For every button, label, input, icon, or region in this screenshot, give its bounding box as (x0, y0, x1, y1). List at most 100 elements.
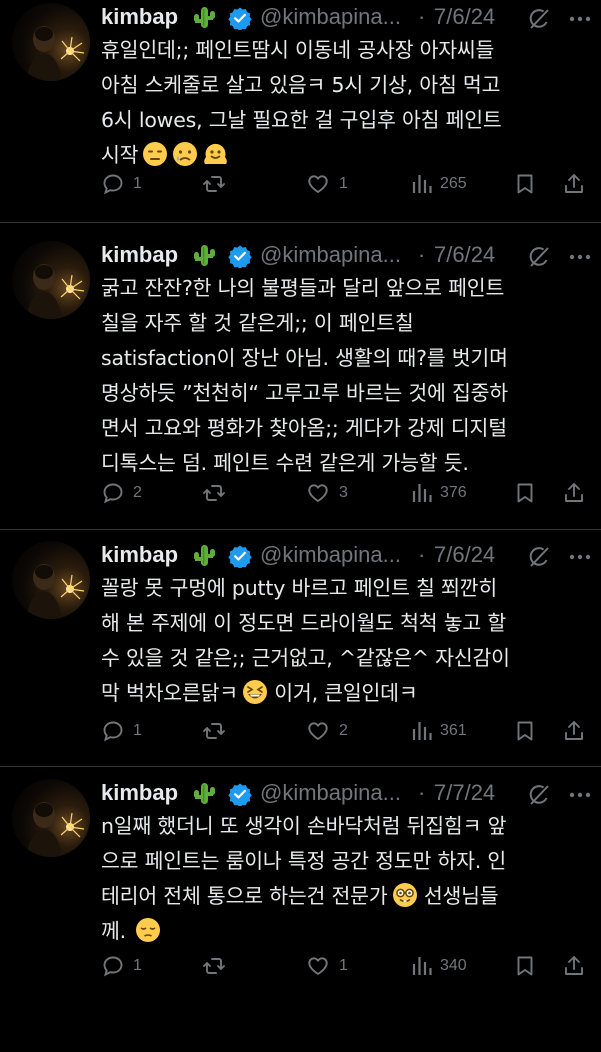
tweet-text-fragment: 시작 (101, 143, 139, 167)
tweet-date[interactable]: 7/7/24 (434, 778, 495, 808)
views-icon (412, 484, 432, 502)
tweet-text-line: 면서 고요와 평화가 찾아옴;; 게다가 강제 디지털 (101, 416, 507, 440)
grok-icon[interactable] (527, 7, 551, 35)
view-count: 361 (440, 722, 467, 739)
tweet-text: n일째 했더니 또 생각이 손바닥처럼 뒤집힘ㅋ 앞 으로 페인트는 룸이나 특… (101, 809, 596, 949)
cactus-emoji-icon (191, 780, 217, 810)
like-count: 1 (339, 957, 348, 974)
bookmark-icon (517, 721, 533, 741)
tweet-text-line: 6시 lowes, 그날 필요한 걸 구입후 아침 페인트 (101, 108, 502, 132)
cactus-emoji-icon (191, 242, 217, 272)
share-icon (565, 483, 583, 502)
share-icon (565, 174, 583, 193)
tweet-text-fragment: 이거, 큰일인데ㅋ (267, 681, 418, 705)
tweet-divider (0, 766, 601, 767)
tweet-text-line: satisfaction이 장난 아님. 생활의 때?를 벗기며 (101, 346, 508, 370)
user-handle[interactable]: @kimbapina... (260, 540, 401, 570)
verified-badge-icon[interactable] (228, 782, 252, 810)
views-icon (412, 722, 432, 740)
tweet-actions: 1 1 265 (101, 169, 591, 199)
tweet-text: 꼴랑 못 구멍에 putty 바르고 페인트 칠 쬐깐히 해 본 주제에 이 정… (101, 571, 596, 711)
avatar[interactable] (12, 541, 90, 619)
user-handle[interactable]: @kimbapina... (260, 2, 401, 32)
heart-icon (308, 175, 328, 193)
tweet-date[interactable]: 7/6/24 (434, 2, 495, 32)
display-name[interactable]: kimbap (101, 2, 178, 32)
cactus-emoji-icon (191, 542, 217, 572)
display-name[interactable]: kimbap (101, 240, 178, 270)
display-name[interactable]: kimbap (101, 778, 178, 808)
tweet-text-fragment: 테리어 전체 통으로 하는건 전문가 (101, 884, 388, 908)
grinning-squinting-face-emoji-icon (242, 679, 268, 716)
tweet-divider (0, 529, 601, 530)
view-count: 265 (440, 175, 467, 192)
tweet-text-line: 해 본 주제에 이 정도면 드라이월도 척척 놓고 할 (101, 611, 507, 635)
display-name[interactable]: kimbap (101, 540, 178, 570)
pensive-face-emoji-icon (135, 917, 161, 954)
tweet-text-fragment: 선생님들 (417, 884, 499, 908)
user-handle[interactable]: @kimbapina... (260, 778, 401, 808)
repost-icon (203, 485, 225, 501)
reply-count: 2 (133, 484, 142, 501)
tweet-text-line: 수 있을 것 같은;; 근거없고, ^같잖은^ 자신감이 (101, 646, 510, 670)
tweet-text-line: 휴일인데;; 페인트땀시 이동네 공사장 아자씨들 (101, 38, 495, 62)
more-icon[interactable] (567, 786, 593, 808)
tweet[interactable]: kimbap @kimbapina... · 7/7/24 n일째 했더니 또 … (0, 776, 601, 1052)
tweet-header: kimbap @kimbapina... · 7/6/24 (101, 2, 601, 32)
tweet[interactable]: kimbap @kimbapina... · 7/6/24 꼴랑 못 구멍에 p… (0, 538, 601, 814)
verified-badge-icon[interactable] (228, 544, 252, 572)
verified-badge-icon[interactable] (228, 6, 252, 34)
tweet-date[interactable]: 7/6/24 (434, 540, 495, 570)
grok-icon[interactable] (527, 783, 551, 811)
heart-icon (308, 722, 328, 740)
heart-icon (308, 484, 328, 502)
more-icon[interactable] (567, 10, 593, 32)
reply-count: 1 (133, 722, 142, 739)
avatar[interactable] (12, 3, 90, 81)
repost-icon (203, 176, 225, 192)
reply-icon (103, 721, 123, 742)
tweet-text-line-last: 께. (101, 914, 596, 949)
separator-dot: · (418, 4, 426, 29)
reply-count: 1 (133, 957, 142, 974)
grok-icon[interactable] (527, 545, 551, 573)
tweet-header: kimbap @kimbapina... · 7/6/24 (101, 540, 601, 570)
tweet-text-fragment: 막 벅차오른닭ㅋ (101, 681, 238, 705)
bookmark-icon (517, 483, 533, 503)
separator-dot: · (418, 542, 426, 567)
avatar[interactable] (12, 779, 90, 857)
repost-icon (203, 958, 225, 974)
tweet-divider (0, 222, 601, 223)
tweet-text-fragment: 께. (101, 919, 126, 943)
tweet[interactable]: kimbap @kimbapina... · 7/6/24 휴일인데;; 페인트… (0, 0, 601, 276)
tweet-text-line: 으로 페인트는 룸이나 특정 공간 정도만 하자. 인 (101, 849, 507, 873)
tweet-date[interactable]: 7/6/24 (434, 240, 495, 270)
separator-dot: · (418, 780, 426, 805)
reply-count: 1 (133, 175, 142, 192)
tweet-text-line: 아침 스케줄로 살고 있음ㅋ 5시 기상, 아침 먹고 (101, 73, 501, 97)
like-count: 3 (339, 484, 348, 501)
verified-badge-icon[interactable] (228, 244, 252, 272)
share-icon (565, 721, 583, 740)
avatar[interactable] (12, 241, 90, 319)
tweet-text: 굵고 잔잔?한 나의 불평들과 달리 앞으로 페인트 칠을 자주 할 것 같은게… (101, 271, 596, 481)
tweet-text-line: n일째 했더니 또 생각이 손바닥처럼 뒤집힘ㅋ 앞 (101, 814, 507, 838)
tweet-header: kimbap @kimbapina... · 7/7/24 (101, 778, 601, 808)
more-icon[interactable] (567, 248, 593, 270)
reply-icon (103, 483, 123, 504)
tweet-text: 휴일인데;; 페인트땀시 이동네 공사장 아자씨들 아침 스케줄로 살고 있음ㅋ… (101, 33, 596, 173)
more-icon[interactable] (567, 548, 593, 570)
like-count: 2 (339, 722, 348, 739)
tweet-actions: 1 2 361 (101, 716, 591, 746)
tweet-actions: 2 3 376 (101, 478, 591, 508)
bookmark-icon (517, 174, 533, 194)
repost-icon (203, 723, 225, 739)
grok-icon[interactable] (527, 245, 551, 273)
share-icon (565, 956, 583, 975)
tweet-text-line: 칠을 자주 할 것 같은게;; 이 페인트칠 (101, 311, 414, 335)
tweet[interactable]: kimbap @kimbapina... · 7/6/24 굵고 잔잔?한 나의… (0, 238, 601, 514)
reply-icon (103, 956, 123, 977)
user-handle[interactable]: @kimbapina... (260, 240, 401, 270)
cactus-emoji-icon (191, 4, 217, 34)
tweet-header: kimbap @kimbapina... · 7/6/24 (101, 240, 601, 270)
